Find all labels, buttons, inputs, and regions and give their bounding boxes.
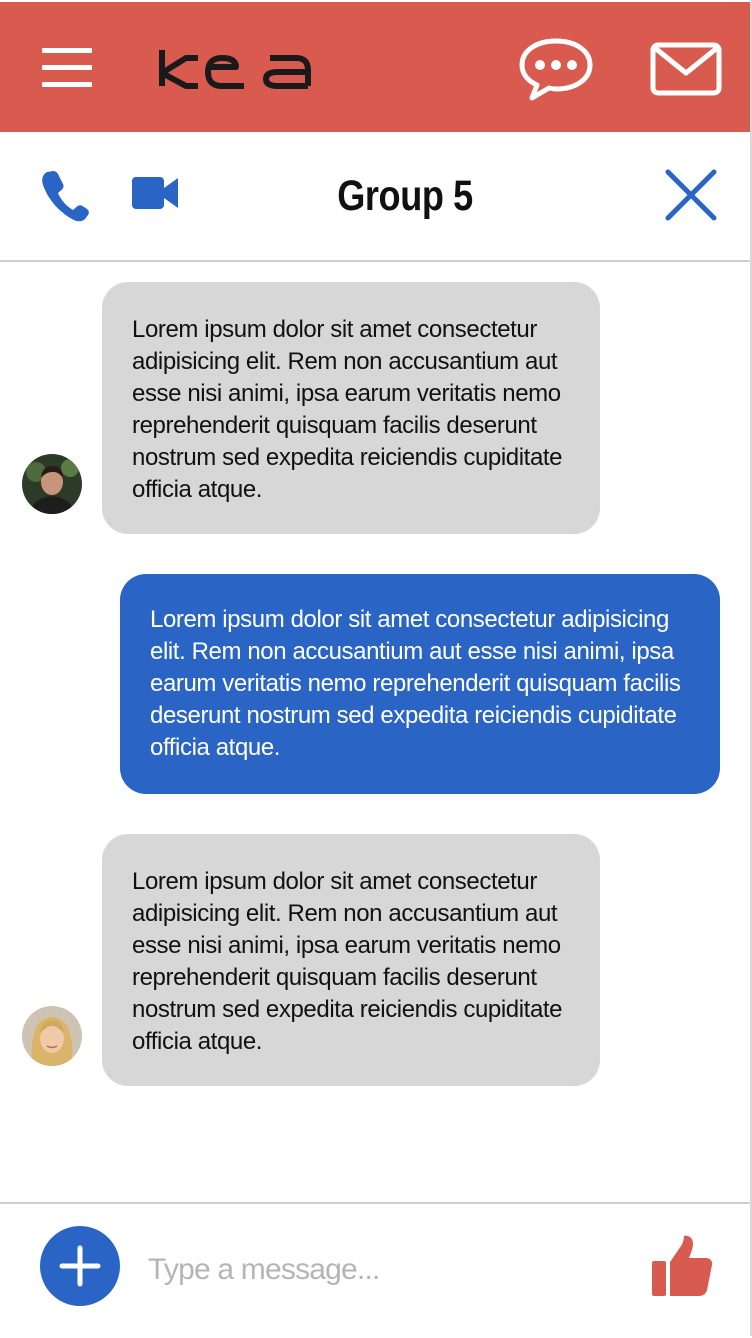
message-text: Lorem ipsum dolor sit amet consectetur a… — [132, 868, 563, 1055]
message-bubble-incoming[interactable]: Lorem ipsum dolor sit amet consectetur a… — [102, 834, 600, 1086]
video-camera-icon[interactable] — [130, 174, 180, 212]
app-header: kea — [0, 2, 750, 132]
message-composer — [0, 1202, 750, 1338]
chat-header: Group 5 — [0, 132, 750, 262]
menu-line — [42, 82, 92, 87]
hamburger-menu-icon[interactable] — [42, 46, 94, 88]
avatar[interactable] — [22, 454, 82, 514]
avatar-young-man — [22, 454, 82, 514]
message-bubble-incoming[interactable]: Lorem ipsum dolor sit amet consectetur a… — [102, 282, 600, 534]
menu-line — [42, 48, 92, 53]
message-text: Lorem ipsum dolor sit amet consectetur a… — [132, 316, 563, 503]
avatar-blonde-woman — [22, 1006, 82, 1066]
kea-logo[interactable]: kea — [156, 42, 320, 92]
avatar[interactable] — [22, 1006, 82, 1066]
thumbs-up-icon[interactable] — [650, 1234, 714, 1298]
menu-line — [42, 65, 92, 70]
message-list[interactable]: Lorem ipsum dolor sit amet consectetur a… — [0, 262, 750, 1202]
chat-bubble-icon[interactable] — [518, 36, 594, 102]
message-input[interactable] — [146, 1244, 620, 1296]
plus-icon[interactable] — [40, 1226, 120, 1306]
close-icon[interactable] — [664, 168, 718, 222]
message-text: Lorem ipsum dolor sit amet consectetur a… — [150, 606, 681, 761]
chat-title: Group 5 — [337, 172, 473, 220]
message-bubble-outgoing[interactable]: Lorem ipsum dolor sit amet consectetur a… — [120, 574, 720, 794]
envelope-icon[interactable] — [650, 42, 722, 96]
phone-icon[interactable] — [40, 168, 90, 222]
